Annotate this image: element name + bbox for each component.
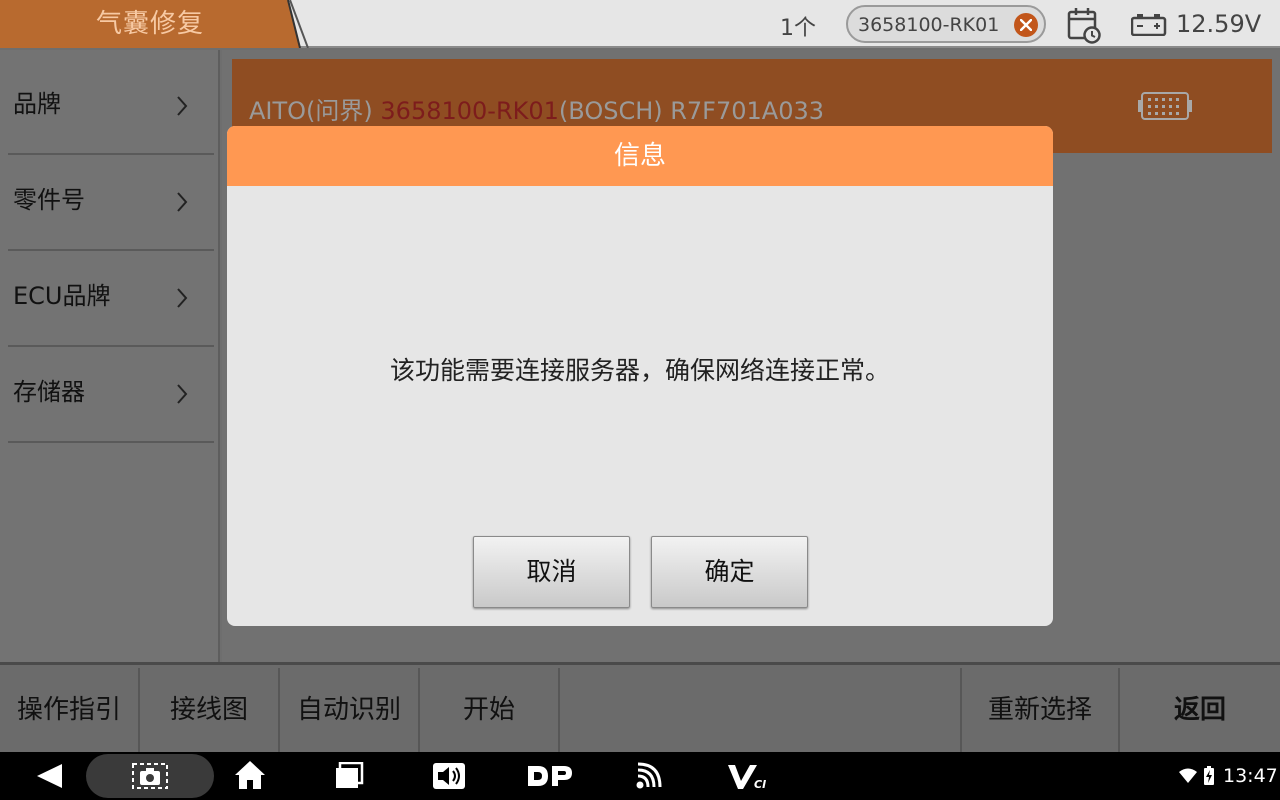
- filter-sidebar: 品牌 零件号 ECU品牌 存储器: [0, 50, 220, 662]
- wifi-icon: [1179, 768, 1197, 783]
- sidebar-item-label: ECU品牌: [13, 282, 111, 310]
- dialog-message: 该功能需要连接服务器，确保网络连接正常。: [389, 356, 890, 385]
- result-part-number: 3658100-RK01: [380, 97, 559, 125]
- sidebar-item-label: 存储器: [13, 378, 85, 406]
- screenshot-icon: [132, 763, 168, 789]
- result-brand: AITO(问界): [249, 97, 381, 125]
- top-bar: 气囊修复 1个 3658100-RK01 12.59V: [0, 0, 1280, 48]
- result-description: AITO(问界) 3658100-RK01(BOSCH) R7F701A033: [249, 91, 824, 126]
- chevron-right-icon: [177, 288, 188, 308]
- start-button[interactable]: 开始: [420, 668, 560, 752]
- battery-icon: [1131, 14, 1167, 36]
- chevron-right-icon: [177, 192, 188, 212]
- vci-icon[interactable]: CI: [726, 764, 772, 790]
- calendar-clock-icon[interactable]: [1066, 6, 1102, 44]
- sidebar-item-label: 品牌: [13, 90, 61, 118]
- sidebar-item-label: 零件号: [13, 186, 85, 214]
- back-icon[interactable]: [34, 762, 64, 790]
- divider: [8, 441, 214, 443]
- bottom-toolbar: 操作指引 接线图 自动识别 开始 重新选择 返回: [0, 662, 1280, 752]
- system-clock: 13:47: [1223, 765, 1278, 787]
- ecu-chip-icon: [1138, 92, 1192, 120]
- svg-text:CI: CI: [754, 778, 766, 790]
- reselect-button[interactable]: 重新选择: [960, 668, 1120, 752]
- chevron-right-icon: [177, 96, 188, 116]
- chevron-right-icon: [177, 384, 188, 404]
- battery-voltage: 12.59V: [1176, 10, 1262, 38]
- sidebar-item-part-number[interactable]: 零件号: [0, 146, 220, 242]
- info-dialog: 信息 该功能需要连接服务器，确保网络连接正常。 取消 确定: [227, 126, 1053, 626]
- home-icon[interactable]: [234, 760, 266, 790]
- sidebar-item-ecu-brand[interactable]: ECU品牌: [0, 242, 220, 338]
- result-count: 1个: [780, 16, 816, 41]
- guide-button[interactable]: 操作指引: [0, 668, 140, 752]
- dialog-title: 信息: [613, 141, 666, 171]
- result-ecu-info: (BOSCH) R7F701A033: [558, 97, 825, 125]
- wiring-diagram-button[interactable]: 接线图: [140, 668, 280, 752]
- dp-icon[interactable]: [526, 764, 574, 788]
- volume-icon[interactable]: [432, 762, 466, 790]
- title-tab: 气囊修复: [0, 0, 310, 48]
- system-nav-bar: CI 13:47: [0, 752, 1280, 800]
- recents-icon[interactable]: [334, 762, 364, 790]
- dialog-header: 信息: [227, 126, 1053, 186]
- sidebar-item-memory[interactable]: 存储器: [0, 338, 220, 434]
- sidebar-item-brand[interactable]: 品牌: [0, 50, 220, 146]
- close-icon[interactable]: [1014, 13, 1038, 37]
- search-chip-label: 3658100-RK01: [858, 14, 1000, 36]
- screenshot-button[interactable]: [86, 754, 214, 798]
- cancel-button[interactable]: 取消: [473, 536, 630, 608]
- auto-detect-button[interactable]: 自动识别: [280, 668, 420, 752]
- search-chip[interactable]: 3658100-RK01: [846, 5, 1046, 43]
- vci-signal-icon[interactable]: [634, 762, 664, 790]
- battery-charging-icon: [1204, 766, 1214, 785]
- back-button[interactable]: 返回: [1120, 668, 1280, 752]
- page-title: 气囊修复: [95, 9, 204, 39]
- confirm-button[interactable]: 确定: [651, 536, 808, 608]
